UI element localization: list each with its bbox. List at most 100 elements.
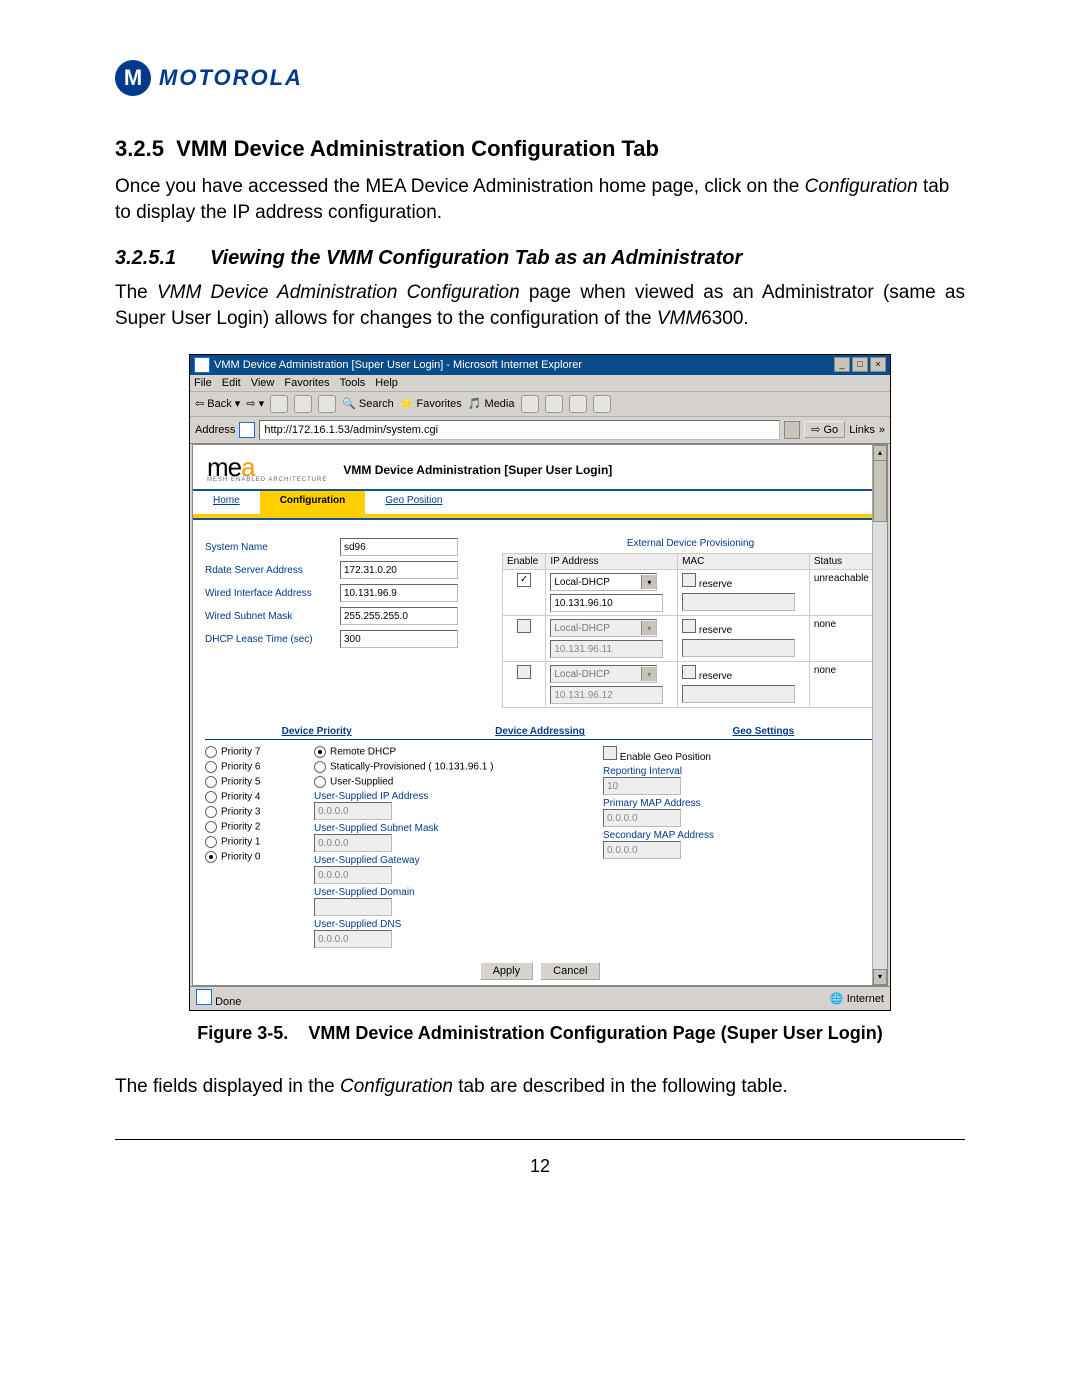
print-icon[interactable] [569, 395, 587, 413]
tab-geo-position[interactable]: Geo Position [365, 491, 462, 514]
page-content: ▴ ▾ mea MESH ENABLED ARCHITECTURE VMM De… [192, 444, 888, 986]
edp-title: External Device Provisioning [502, 538, 879, 549]
tab-home[interactable]: Home [193, 491, 260, 514]
enable-checkbox[interactable] [517, 619, 531, 633]
links-label[interactable]: Links [849, 424, 875, 436]
motorola-logo-icon: M [115, 60, 151, 96]
priority-radio[interactable] [205, 836, 217, 848]
subnet-input[interactable]: 255.255.255.0 [340, 607, 458, 625]
subnet-label: Wired Subnet Mask [205, 611, 340, 622]
dhcp-lease-label: DHCP Lease Time (sec) [205, 634, 340, 645]
scroll-thumb[interactable] [873, 460, 887, 522]
mea-logo: mea MESH ENABLED ARCHITECTURE [207, 457, 327, 484]
priority-radio[interactable] [205, 851, 217, 863]
go-button[interactable]: ⇨ Go [804, 421, 845, 438]
edit-icon[interactable] [593, 395, 611, 413]
closing-paragraph: The fields displayed in the Configuratio… [115, 1074, 965, 1100]
back-button[interactable]: ⇦ Back ▾ [195, 397, 240, 410]
secondary-map-input: 0.0.0.0 [603, 841, 681, 859]
mac-input [682, 593, 795, 611]
stop-icon[interactable] [270, 395, 288, 413]
wired-if-input[interactable]: 10.131.96.9 [340, 584, 458, 602]
apply-button[interactable]: Apply [480, 962, 534, 980]
subsection-paragraph: The VMM Device Administration Configurat… [115, 280, 965, 331]
ip-mode-select[interactable]: Local-DHCP▾ [550, 573, 657, 591]
priority-radio[interactable] [205, 791, 217, 803]
ie-icon [194, 357, 210, 373]
page-icon [239, 422, 255, 438]
user-ip-input: 0.0.0.0 [314, 802, 392, 820]
tab-configuration[interactable]: Configuration [260, 491, 366, 514]
section-headers: Device PriorityDevice AddressingGeo Sett… [205, 726, 875, 740]
toolbar: ⇦ Back ▾ ⇨ ▾ 🔍 Search ⭐ Favorites 🎵 Medi… [190, 392, 890, 417]
priority-radio[interactable] [205, 806, 217, 818]
reserve-checkbox [682, 665, 696, 679]
subsection-heading: 3.2.5.1Viewing the VMM Configuration Tab… [115, 247, 965, 270]
device-addressing-column: Remote DHCP Statically-Provisioned ( 10.… [314, 746, 599, 951]
reserve-checkbox[interactable] [682, 573, 696, 587]
priority-radio[interactable] [205, 746, 217, 758]
brand-header: M MOTOROLA [115, 60, 965, 96]
url-dropdown[interactable] [784, 421, 800, 439]
priority-radio[interactable] [205, 776, 217, 788]
table-row: Local-DHCP▾ 10.131.96.12 reserve none [503, 662, 879, 708]
scroll-down-icon[interactable]: ▾ [873, 969, 887, 985]
forward-button[interactable]: ⇨ ▾ [246, 397, 264, 410]
user-dns-input: 0.0.0.0 [314, 930, 392, 948]
window-title: VMM Device Administration [Super User Lo… [214, 359, 582, 371]
enable-geo-checkbox[interactable] [603, 746, 617, 760]
minimize-button[interactable]: _ [834, 357, 850, 372]
screenshot-ie-window: VMM Device Administration [Super User Lo… [189, 354, 891, 1011]
status-bar: Done 🌐 Internet [190, 986, 890, 1010]
brand-name: MOTOROLA [159, 65, 303, 91]
enable-checkbox[interactable]: ✓ [517, 573, 531, 587]
cancel-button[interactable]: Cancel [540, 962, 600, 980]
system-name-input[interactable]: sd96 [340, 538, 458, 556]
addressing-radio[interactable] [314, 746, 326, 758]
scrollbar[interactable]: ▴ ▾ [872, 445, 887, 985]
footer-rule [115, 1139, 965, 1140]
user-subnet-input: 0.0.0.0 [314, 834, 392, 852]
refresh-icon[interactable] [294, 395, 312, 413]
table-row: Local-DHCP▾ 10.131.96.11 reserve none [503, 616, 879, 662]
geo-settings-column: Enable Geo Position Reporting Interval10… [603, 746, 875, 951]
dhcp-lease-input[interactable]: 300 [340, 630, 458, 648]
ip-mode-select: Local-DHCP▾ [550, 619, 657, 637]
enable-checkbox[interactable] [517, 665, 531, 679]
address-bar: Address http://172.16.1.53/admin/system.… [190, 417, 890, 444]
scroll-up-icon[interactable]: ▴ [873, 445, 887, 461]
rdate-label: Rdate Server Address [205, 565, 340, 576]
close-button[interactable]: × [870, 357, 886, 372]
priority-radio[interactable] [205, 761, 217, 773]
menu-bar[interactable]: FileEditViewFavoritesToolsHelp [190, 375, 890, 392]
home-icon[interactable] [318, 395, 336, 413]
addressing-radio[interactable] [314, 776, 326, 788]
url-input[interactable]: http://172.16.1.53/admin/system.cgi [259, 420, 780, 440]
priority-radio[interactable] [205, 821, 217, 833]
maximize-button[interactable]: □ [852, 357, 868, 372]
reporting-interval-input: 10 [603, 777, 681, 795]
page-title: VMM Device Administration [Super User Lo… [343, 463, 612, 477]
ip-input: 10.131.96.12 [550, 686, 663, 704]
ip-input: 10.131.96.11 [550, 640, 663, 658]
tab-bar: Home Configuration Geo Position [193, 491, 887, 514]
mail-icon[interactable] [545, 395, 563, 413]
media-button[interactable]: 🎵 Media [468, 397, 515, 410]
history-icon[interactable] [521, 395, 539, 413]
rdate-input[interactable]: 172.31.0.20 [340, 561, 458, 579]
edp-table: EnableIP AddressMACStatus ✓ Local-DHCP▾ … [502, 553, 879, 708]
system-name-label: System Name [205, 542, 340, 553]
mac-input [682, 685, 795, 703]
table-row: ✓ Local-DHCP▾ 10.131.96.10 reserve unrea… [503, 570, 879, 616]
addressing-radio[interactable] [314, 761, 326, 773]
favorites-button[interactable]: ⭐ Favorites [400, 397, 462, 410]
primary-map-input: 0.0.0.0 [603, 809, 681, 827]
intro-paragraph: Once you have accessed the MEA Device Ad… [115, 174, 965, 225]
figure-caption: Figure 3-5. VMM Device Administration Co… [115, 1023, 965, 1044]
mac-input [682, 639, 795, 657]
search-button[interactable]: 🔍 Search [342, 397, 394, 410]
user-gateway-input: 0.0.0.0 [314, 866, 392, 884]
reserve-checkbox [682, 619, 696, 633]
page-icon [196, 989, 212, 1005]
ip-input[interactable]: 10.131.96.10 [550, 594, 663, 612]
